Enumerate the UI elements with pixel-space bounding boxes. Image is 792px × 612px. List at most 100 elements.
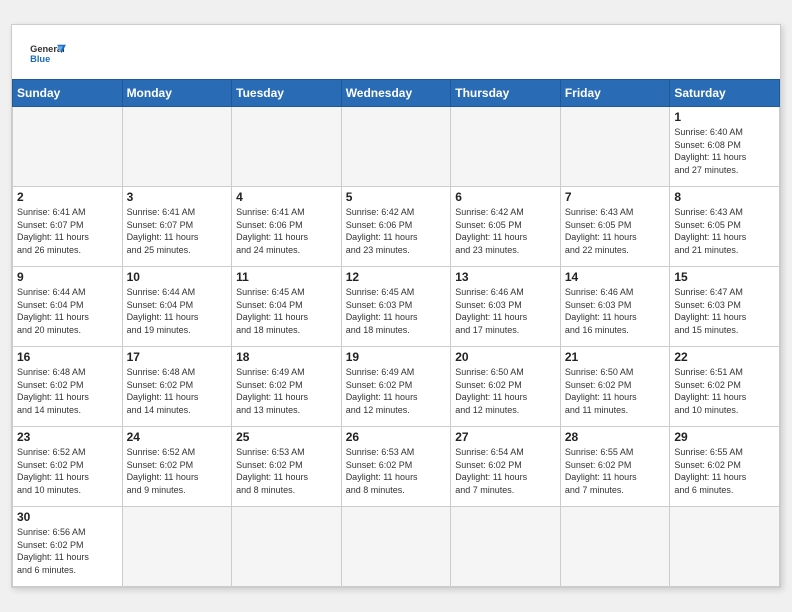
- calendar-day-cell: 14 Sunrise: 6:46 AM Sunset: 6:03 PM Dayli…: [560, 267, 670, 347]
- day-info: Sunrise: 6:52 AM Sunset: 6:02 PM Dayligh…: [17, 446, 118, 496]
- calendar-day-cell: [232, 507, 342, 587]
- day-info: Sunrise: 6:49 AM Sunset: 6:02 PM Dayligh…: [236, 366, 337, 416]
- calendar-day-cell: 22 Sunrise: 6:51 AM Sunset: 6:02 PM Dayli…: [670, 347, 780, 427]
- calendar-day-cell: [13, 107, 123, 187]
- day-number: 22: [674, 350, 775, 364]
- svg-text:Blue: Blue: [30, 54, 50, 64]
- day-info: Sunrise: 6:50 AM Sunset: 6:02 PM Dayligh…: [565, 366, 666, 416]
- calendar-day-cell: 15 Sunrise: 6:47 AM Sunset: 6:03 PM Dayli…: [670, 267, 780, 347]
- day-info: Sunrise: 6:42 AM Sunset: 6:06 PM Dayligh…: [346, 206, 447, 256]
- day-number: 13: [455, 270, 556, 284]
- calendar-week-row: 9 Sunrise: 6:44 AM Sunset: 6:04 PM Daylig…: [13, 267, 780, 347]
- day-info: Sunrise: 6:48 AM Sunset: 6:02 PM Dayligh…: [17, 366, 118, 416]
- calendar-header: General Blue: [12, 25, 780, 79]
- day-number: 23: [17, 430, 118, 444]
- calendar-day-cell: 28 Sunrise: 6:55 AM Sunset: 6:02 PM Dayli…: [560, 427, 670, 507]
- logo-icon: General Blue: [30, 39, 66, 69]
- calendar-day-cell: 3Sunrise: 6:41 AM Sunset: 6:07 PM Daylig…: [122, 187, 232, 267]
- day-number: 25: [236, 430, 337, 444]
- day-info: Sunrise: 6:44 AM Sunset: 6:04 PM Dayligh…: [127, 286, 228, 336]
- day-info: Sunrise: 6:54 AM Sunset: 6:02 PM Dayligh…: [455, 446, 556, 496]
- calendar-day-cell: [341, 507, 451, 587]
- calendar-day-cell: 13 Sunrise: 6:46 AM Sunset: 6:03 PM Dayli…: [451, 267, 561, 347]
- calendar-day-cell: 18 Sunrise: 6:49 AM Sunset: 6:02 PM Dayli…: [232, 347, 342, 427]
- day-info: Sunrise: 6:45 AM Sunset: 6:04 PM Dayligh…: [236, 286, 337, 336]
- day-info: Sunrise: 6:44 AM Sunset: 6:04 PM Dayligh…: [17, 286, 118, 336]
- calendar-day-cell: [341, 107, 451, 187]
- calendar-day-cell: [451, 507, 561, 587]
- day-info: Sunrise: 6:53 AM Sunset: 6:02 PM Dayligh…: [236, 446, 337, 496]
- day-number: 10: [127, 270, 228, 284]
- day-number: 17: [127, 350, 228, 364]
- weekday-header-friday: Friday: [560, 80, 670, 107]
- weekday-header-sunday: Sunday: [13, 80, 123, 107]
- day-number: 27: [455, 430, 556, 444]
- day-number: 14: [565, 270, 666, 284]
- day-number: 24: [127, 430, 228, 444]
- day-info: Sunrise: 6:56 AM Sunset: 6:02 PM Dayligh…: [17, 526, 118, 576]
- calendar-day-cell: [451, 107, 561, 187]
- calendar-day-cell: 2 Sunrise: 6:41 AM Sunset: 6:07 PM Daylig…: [13, 187, 123, 267]
- calendar-day-cell: 11 Sunrise: 6:45 AM Sunset: 6:04 PM Dayli…: [232, 267, 342, 347]
- calendar-day-cell: 25 Sunrise: 6:53 AM Sunset: 6:02 PM Dayli…: [232, 427, 342, 507]
- day-number: 18: [236, 350, 337, 364]
- day-info: Sunrise: 6:40 AM Sunset: 6:08 PM Dayligh…: [674, 126, 775, 176]
- day-number: 5: [346, 190, 447, 204]
- day-info: Sunrise: 6:46 AM Sunset: 6:03 PM Dayligh…: [455, 286, 556, 336]
- day-number: 7: [565, 190, 666, 204]
- calendar-day-cell: [670, 507, 780, 587]
- calendar-day-cell: 12Sunrise: 6:45 AM Sunset: 6:03 PM Dayli…: [341, 267, 451, 347]
- calendar-day-cell: 26Sunrise: 6:53 AM Sunset: 6:02 PM Dayli…: [341, 427, 451, 507]
- day-info: Sunrise: 6:45 AM Sunset: 6:03 PM Dayligh…: [346, 286, 447, 336]
- day-number: 21: [565, 350, 666, 364]
- calendar-week-row: 23 Sunrise: 6:52 AM Sunset: 6:02 PM Dayli…: [13, 427, 780, 507]
- logo: General Blue: [30, 39, 66, 69]
- calendar-day-cell: [560, 107, 670, 187]
- day-number: 9: [17, 270, 118, 284]
- day-number: 6: [455, 190, 556, 204]
- calendar-week-row: 30 Sunrise: 6:56 AM Sunset: 6:02 PM Dayli…: [13, 507, 780, 587]
- weekday-header-thursday: Thursday: [451, 80, 561, 107]
- day-number: 1: [674, 110, 775, 124]
- day-number: 28: [565, 430, 666, 444]
- day-number: 15: [674, 270, 775, 284]
- day-info: Sunrise: 6:43 AM Sunset: 6:05 PM Dayligh…: [565, 206, 666, 256]
- calendar-day-cell: [122, 507, 232, 587]
- calendar-grid: SundayMondayTuesdayWednesdayThursdayFrid…: [12, 79, 780, 587]
- day-number: 4: [236, 190, 337, 204]
- day-info: Sunrise: 6:47 AM Sunset: 6:03 PM Dayligh…: [674, 286, 775, 336]
- day-info: Sunrise: 6:48 AM Sunset: 6:02 PM Dayligh…: [127, 366, 228, 416]
- weekday-header-row: SundayMondayTuesdayWednesdayThursdayFrid…: [13, 80, 780, 107]
- weekday-header-tuesday: Tuesday: [232, 80, 342, 107]
- weekday-header-wednesday: Wednesday: [341, 80, 451, 107]
- day-info: Sunrise: 6:41 AM Sunset: 6:07 PM Dayligh…: [17, 206, 118, 256]
- day-number: 11: [236, 270, 337, 284]
- calendar-day-cell: 23 Sunrise: 6:52 AM Sunset: 6:02 PM Dayli…: [13, 427, 123, 507]
- day-info: Sunrise: 6:55 AM Sunset: 6:02 PM Dayligh…: [674, 446, 775, 496]
- day-number: 2: [17, 190, 118, 204]
- calendar-day-cell: 29Sunrise: 6:55 AM Sunset: 6:02 PM Dayli…: [670, 427, 780, 507]
- day-info: Sunrise: 6:46 AM Sunset: 6:03 PM Dayligh…: [565, 286, 666, 336]
- calendar-week-row: 16Sunrise: 6:48 AM Sunset: 6:02 PM Dayli…: [13, 347, 780, 427]
- calendar-day-cell: 20Sunrise: 6:50 AM Sunset: 6:02 PM Dayli…: [451, 347, 561, 427]
- day-info: Sunrise: 6:53 AM Sunset: 6:02 PM Dayligh…: [346, 446, 447, 496]
- calendar-day-cell: 10 Sunrise: 6:44 AM Sunset: 6:04 PM Dayli…: [122, 267, 232, 347]
- day-info: Sunrise: 6:55 AM Sunset: 6:02 PM Dayligh…: [565, 446, 666, 496]
- day-info: Sunrise: 6:51 AM Sunset: 6:02 PM Dayligh…: [674, 366, 775, 416]
- calendar-day-cell: 30 Sunrise: 6:56 AM Sunset: 6:02 PM Dayli…: [13, 507, 123, 587]
- weekday-header-saturday: Saturday: [670, 80, 780, 107]
- calendar-week-row: 1 Sunrise: 6:40 AM Sunset: 6:08 PM Daylig…: [13, 107, 780, 187]
- calendar-day-cell: [560, 507, 670, 587]
- calendar-day-cell: 17 Sunrise: 6:48 AM Sunset: 6:02 PM Dayli…: [122, 347, 232, 427]
- calendar-day-cell: 1 Sunrise: 6:40 AM Sunset: 6:08 PM Daylig…: [670, 107, 780, 187]
- day-number: 30: [17, 510, 118, 524]
- calendar-day-cell: 9 Sunrise: 6:44 AM Sunset: 6:04 PM Daylig…: [13, 267, 123, 347]
- calendar-day-cell: [232, 107, 342, 187]
- calendar-day-cell: 5 Sunrise: 6:42 AM Sunset: 6:06 PM Daylig…: [341, 187, 451, 267]
- calendar-day-cell: 27 Sunrise: 6:54 AM Sunset: 6:02 PM Dayli…: [451, 427, 561, 507]
- calendar-day-cell: 19Sunrise: 6:49 AM Sunset: 6:02 PM Dayli…: [341, 347, 451, 427]
- day-info: Sunrise: 6:43 AM Sunset: 6:05 PM Dayligh…: [674, 206, 775, 256]
- weekday-header-monday: Monday: [122, 80, 232, 107]
- day-number: 20: [455, 350, 556, 364]
- calendar-day-cell: 4Sunrise: 6:41 AM Sunset: 6:06 PM Daylig…: [232, 187, 342, 267]
